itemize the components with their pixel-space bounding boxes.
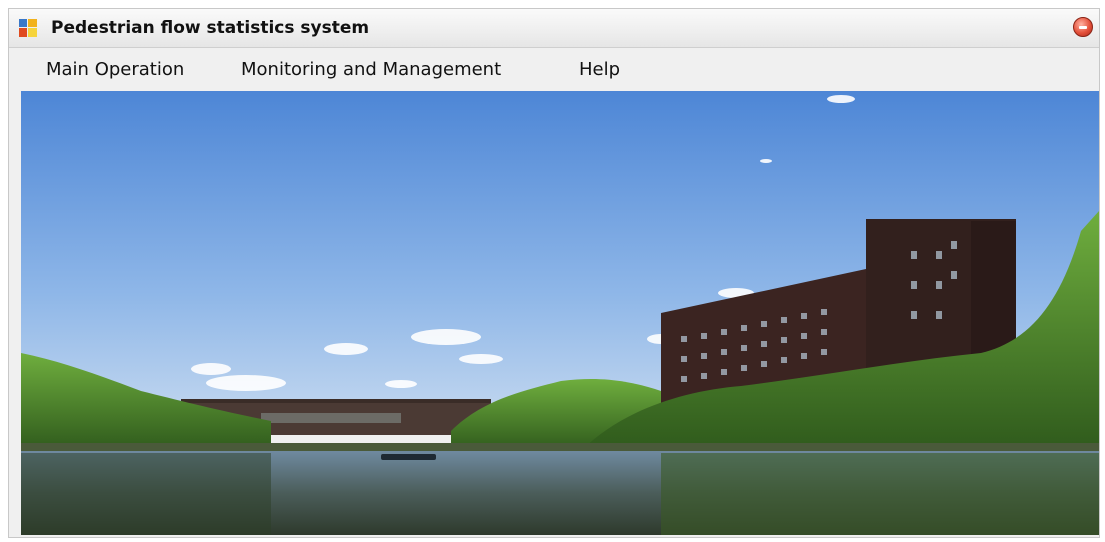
menu-bar: Main Operation Monitoring and Management…: [9, 48, 1099, 92]
menu-monitoring-and-management[interactable]: Monitoring and Management: [241, 59, 501, 80]
main-window: Pedestrian flow statistics system Main O…: [8, 8, 1100, 538]
app-logo-icon: [19, 19, 37, 37]
title-bar[interactable]: Pedestrian flow statistics system: [9, 9, 1099, 48]
close-icon[interactable]: [1073, 17, 1093, 37]
landscape-image: [21, 91, 1099, 535]
window-title: Pedestrian flow statistics system: [51, 18, 370, 38]
campus-lake-photo: [21, 91, 1099, 535]
menu-help[interactable]: Help: [579, 59, 620, 80]
menu-main-operation[interactable]: Main Operation: [46, 59, 184, 80]
